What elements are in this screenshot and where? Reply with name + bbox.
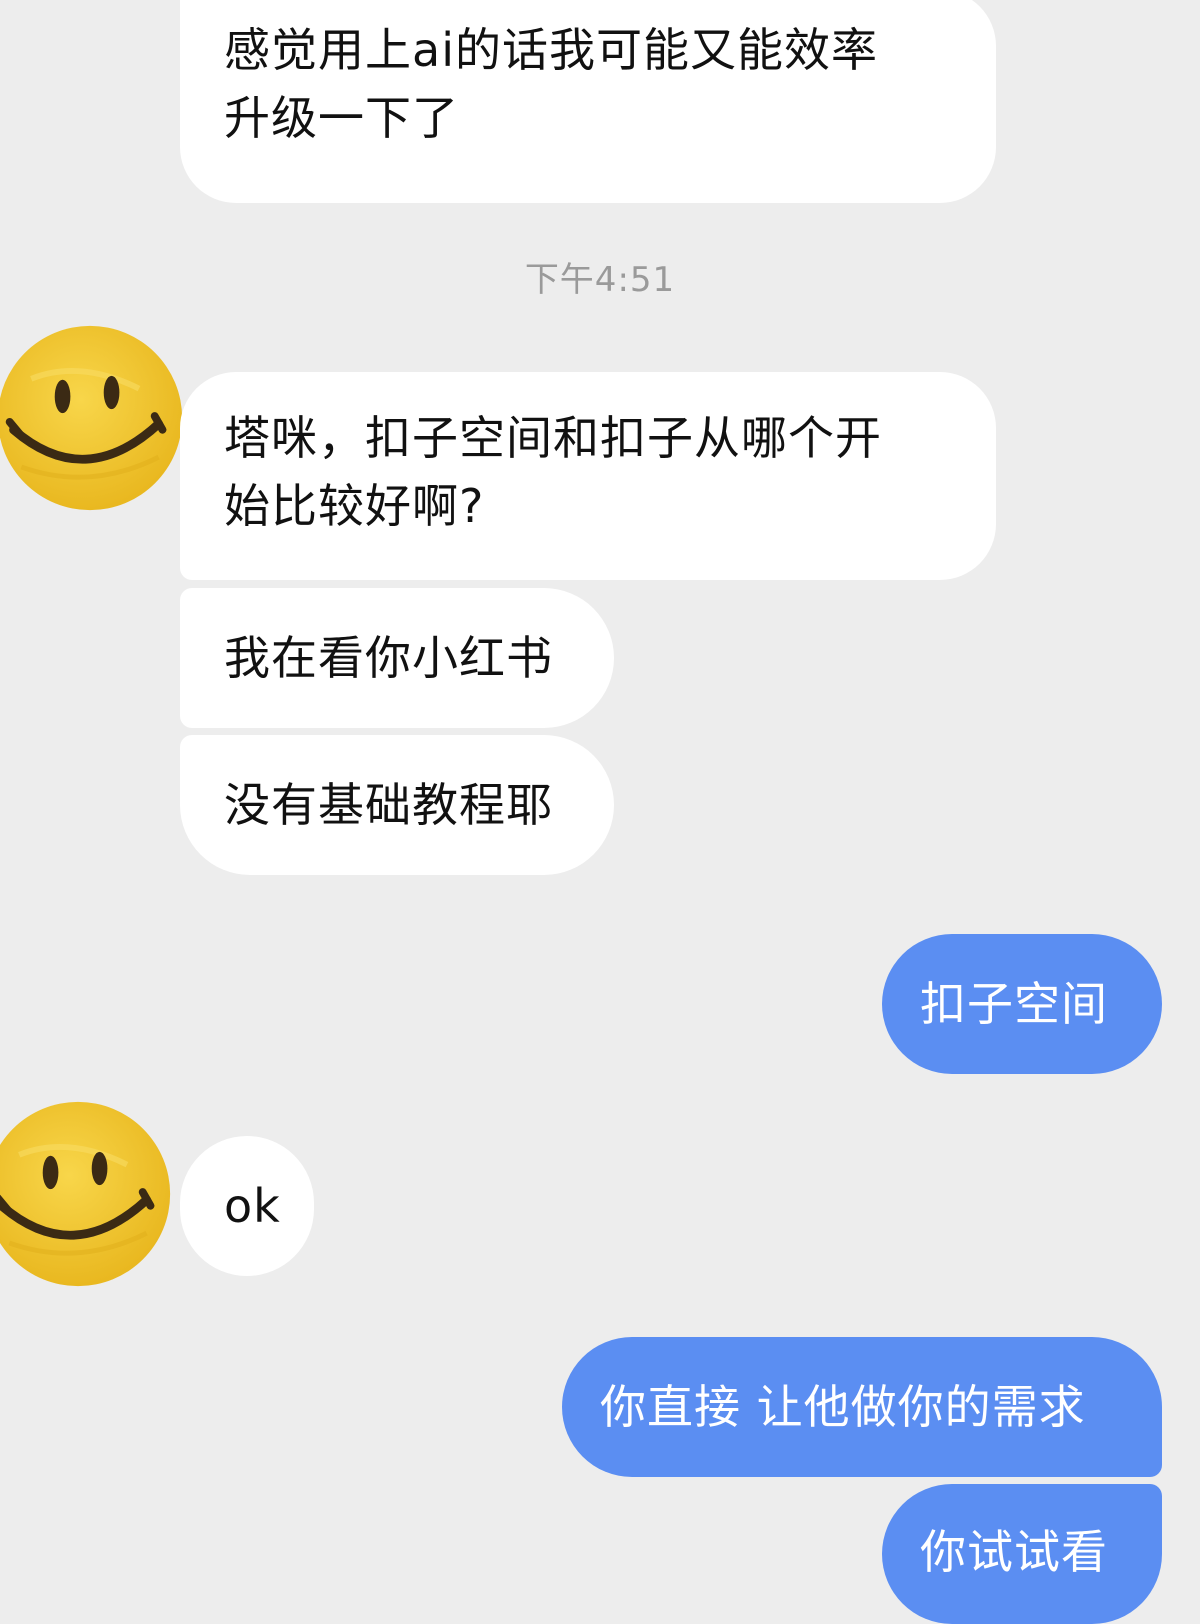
message-bubble-incoming[interactable]: 没有基础教程耶 <box>180 735 614 875</box>
message-bubble-incoming[interactable]: 感觉用上ai的话我可能又能效率 升级一下了 <box>180 0 996 203</box>
message-text-line: 你试试看 <box>920 1525 1108 1579</box>
message-bubble-outgoing[interactable]: 你试试看 <box>882 1484 1162 1624</box>
message-timestamp: 下午4:51 <box>524 260 676 300</box>
message-text-line: 你直接 让他做你的需求 <box>600 1380 1086 1434</box>
message-text-line: 始比较好啊? <box>224 479 485 533</box>
smiley-face-icon <box>0 325 183 511</box>
message-text-line: 没有基础教程耶 <box>224 778 553 832</box>
message-bubble-outgoing[interactable]: 扣子空间 <box>882 934 1162 1074</box>
message-text-line: ok <box>224 1179 281 1233</box>
message-text-line: 我在看你小红书 <box>224 631 553 685</box>
message-bubble-incoming[interactable]: 我在看你小红书 <box>180 588 614 728</box>
message-text-line: 塔咪，扣子空间和扣子从哪个开 <box>224 411 882 465</box>
smiley-face-icon <box>0 1101 171 1287</box>
contact-avatar[interactable] <box>0 320 188 516</box>
message-bubble-incoming[interactable]: ok <box>180 1136 314 1276</box>
contact-avatar[interactable] <box>0 1096 176 1292</box>
message-bubble-incoming[interactable]: 塔咪，扣子空间和扣子从哪个开 始比较好啊? <box>180 372 996 580</box>
message-bubble-outgoing[interactable]: 你直接 让他做你的需求 <box>562 1337 1162 1477</box>
message-text-line: 升级一下了 <box>224 91 459 145</box>
message-text-line: 感觉用上ai的话我可能又能效率 <box>224 23 878 77</box>
message-text-line: 扣子空间 <box>920 977 1108 1031</box>
